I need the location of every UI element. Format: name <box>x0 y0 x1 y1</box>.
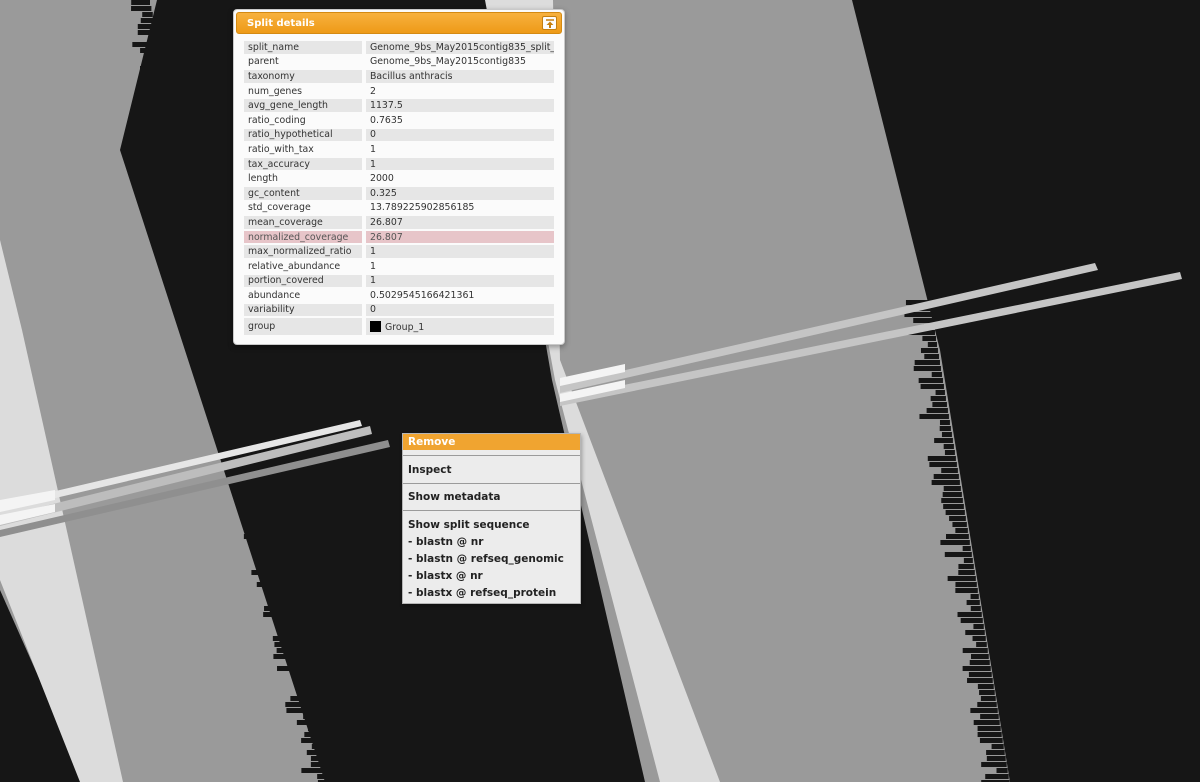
detail-key: avg_gene_length <box>244 99 362 112</box>
detail-value: Genome_9bs_May2015contig835_split_00002 <box>366 41 554 54</box>
detail-value: 0.325 <box>366 186 554 200</box>
split-details-panel: Split details split_name Genome_9bs_May20… <box>233 9 565 345</box>
detail-key: variability <box>244 303 362 317</box>
detail-key: portion_covered <box>244 274 362 288</box>
detail-value: 2 <box>370 85 376 97</box>
detail-row: ratio_coding 0.7635 <box>244 114 554 127</box>
detail-row: max_normalized_ratio 1 <box>244 245 554 258</box>
detail-key: tax_accuracy <box>244 157 362 171</box>
detail-value: 13.789225902856185 <box>370 202 475 214</box>
detail-value: 0.7635 <box>370 114 403 126</box>
detail-row: relative_abundance 1 <box>244 260 554 273</box>
detail-key: std_coverage <box>248 202 311 214</box>
detail-row: avg_gene_length 1137.5 <box>244 99 554 112</box>
tree-visualization-canvas[interactable] <box>0 0 1200 782</box>
menu-separator <box>403 455 580 456</box>
detail-value: 26.807 <box>366 230 554 244</box>
detail-value: 1 <box>366 274 554 288</box>
detail-row: num_genes 2 <box>244 85 554 98</box>
detail-row: portion_covered 1 <box>244 274 554 288</box>
detail-value: 2000 <box>370 173 394 185</box>
detail-key: split_name <box>244 41 362 54</box>
collapse-button[interactable] <box>542 16 557 30</box>
context-menu: Remove Inspect Show metadata Show split … <box>402 433 581 604</box>
detail-row: gc_content 0.325 <box>244 186 554 200</box>
menu-separator <box>403 510 580 511</box>
detail-row-group: group Group_1 <box>244 318 554 336</box>
detail-row: parent Genome_9bs_May2015contig835 <box>244 56 554 69</box>
detail-value: Group_1 <box>366 318 554 336</box>
detail-key: parent <box>248 56 279 68</box>
detail-key: ratio_hypothetical <box>244 128 362 142</box>
menu-item-show-metadata[interactable]: Show metadata <box>403 489 580 505</box>
detail-key: normalized_coverage <box>244 230 362 244</box>
detail-row: ratio_with_tax 1 <box>244 143 554 156</box>
detail-key: num_genes <box>248 85 303 97</box>
panel-title: Split details <box>247 18 315 29</box>
detail-value: 0 <box>366 303 554 317</box>
detail-row: length 2000 <box>244 172 554 185</box>
detail-row: mean_coverage 26.807 <box>244 216 554 229</box>
detail-key: group <box>244 318 362 336</box>
menu-item-blastn-nr[interactable]: - blastn @ nr <box>403 534 580 550</box>
detail-value: 1 <box>366 245 554 258</box>
detail-row: std_coverage 13.789225902856185 <box>244 202 554 215</box>
detail-value: 1 <box>370 260 376 272</box>
detail-key: taxonomy <box>244 70 362 83</box>
detail-row: normalized_coverage 26.807 <box>244 230 554 244</box>
detail-value: 1137.5 <box>366 99 554 112</box>
detail-row: abundance 0.5029545166421361 <box>244 289 554 302</box>
detail-key: max_normalized_ratio <box>244 245 362 258</box>
detail-row: tax_accuracy 1 <box>244 157 554 171</box>
detail-key: abundance <box>248 289 301 301</box>
panel-header[interactable]: Split details <box>236 12 562 34</box>
detail-value: 1 <box>366 157 554 171</box>
detail-row: ratio_hypothetical 0 <box>244 128 554 142</box>
detail-value: 0.5029545166421361 <box>370 289 475 301</box>
menu-item-blastx-refseq-protein[interactable]: - blastx @ refseq_protein <box>403 585 580 601</box>
group-color-swatch[interactable] <box>370 320 381 332</box>
detail-key: gc_content <box>244 186 362 200</box>
detail-key: ratio_coding <box>248 114 306 126</box>
detail-value: 1 <box>370 143 376 155</box>
detail-key: ratio_with_tax <box>248 143 314 155</box>
detail-key: length <box>248 173 278 185</box>
detail-row: taxonomy Bacillus anthracis <box>244 70 554 83</box>
detail-row: variability 0 <box>244 303 554 317</box>
detail-row: split_name Genome_9bs_May2015contig835_sp… <box>244 41 554 54</box>
split-details-table: split_name Genome_9bs_May2015contig835_sp… <box>244 39 554 337</box>
detail-value: 0 <box>366 128 554 142</box>
group-name: Group_1 <box>385 321 425 333</box>
menu-item-inspect[interactable]: Inspect <box>403 462 580 478</box>
detail-key: mean_coverage <box>244 216 362 229</box>
detail-value: Genome_9bs_May2015contig835 <box>370 56 526 68</box>
menu-item-blastn-refseq-genomic[interactable]: - blastn @ refseq_genomic <box>403 551 580 567</box>
detail-value: 26.807 <box>366 216 554 229</box>
menu-item-remove[interactable]: Remove <box>403 434 580 450</box>
detail-key: relative_abundance <box>248 260 341 272</box>
menu-item-show-split-sequence[interactable]: Show split sequence <box>403 517 580 533</box>
collapse-icon <box>546 19 554 28</box>
menu-item-blastx-nr[interactable]: - blastx @ nr <box>403 568 580 584</box>
detail-value: Bacillus anthracis <box>366 70 554 83</box>
menu-separator <box>403 483 580 484</box>
